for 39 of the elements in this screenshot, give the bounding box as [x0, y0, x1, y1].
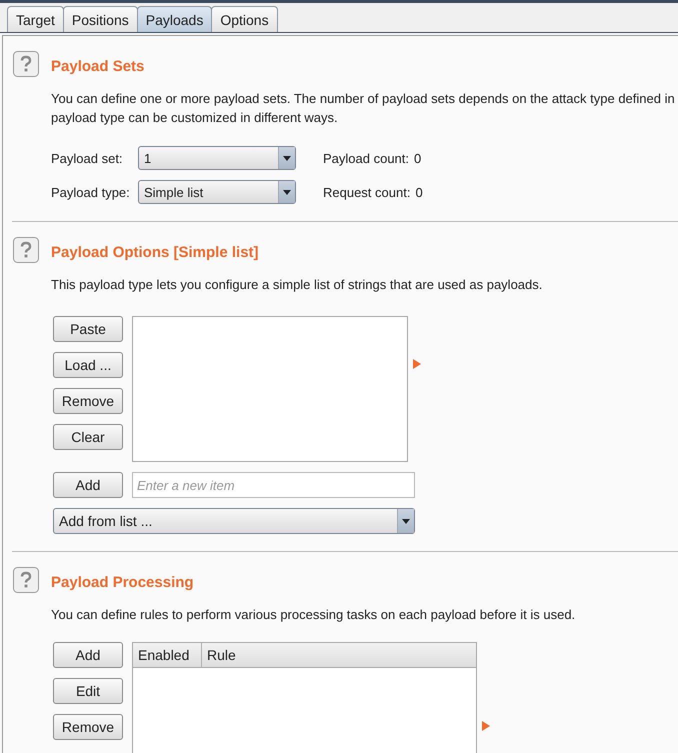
- column-header[interactable]: Rule: [202, 643, 236, 667]
- count-value: 0: [414, 150, 422, 166]
- section-title: Payload Processing: [51, 574, 195, 592]
- arrow-icon[interactable]: [482, 721, 490, 731]
- rule-button[interactable]: Edit: [53, 678, 123, 704]
- tab[interactable]: Payloads: [136, 6, 212, 32]
- dropdown[interactable]: Simple list: [138, 180, 296, 204]
- list-button[interactable]: Clear: [53, 424, 123, 450]
- caret-icon: [283, 156, 291, 160]
- tab[interactable]: Options: [211, 6, 278, 32]
- tab[interactable]: Positions: [62, 6, 138, 32]
- input-field[interactable]: Enter a new item: [132, 472, 415, 498]
- count-value: 0: [415, 184, 423, 200]
- count-label: Payload count:: [323, 150, 410, 166]
- arrow-icon[interactable]: [413, 359, 421, 369]
- section-description: This payload type lets you configure a simple list of strings that are used as payloads.: [51, 276, 542, 294]
- rule-button[interactable]: Remove: [53, 714, 123, 740]
- field-label: Payload type:: [51, 184, 131, 200]
- help-icon[interactable]: [13, 567, 39, 593]
- payload-list[interactable]: [132, 316, 408, 462]
- section-title: Payload Options [Simple list]: [51, 244, 260, 262]
- tab[interactable]: Target: [7, 6, 64, 32]
- field-label: Payload set:: [51, 150, 124, 166]
- help-icon[interactable]: [13, 237, 39, 263]
- list-button[interactable]: Remove: [53, 388, 123, 414]
- section-description: You can define rules to perform various processing tasks on each payload before it is used.: [51, 606, 576, 624]
- column-header[interactable]: Enabled: [133, 643, 202, 667]
- list-button[interactable]: Load ...: [53, 352, 123, 378]
- section-title: Payload Sets: [51, 58, 146, 76]
- caret-icon: [283, 190, 291, 194]
- section-description: You can define one or more payload sets. The number of payload sets depends on the attack type defined in payload type can be customized in different ways.: [51, 90, 675, 127]
- add-button[interactable]: Add: [53, 472, 123, 498]
- caret-icon: [402, 518, 410, 524]
- dropdown[interactable]: Add from list ...: [53, 508, 415, 534]
- dropdown[interactable]: 1: [138, 146, 296, 170]
- count-label: Request count:: [323, 184, 410, 200]
- rule-button[interactable]: Add: [53, 642, 123, 668]
- help-icon[interactable]: [13, 51, 39, 77]
- list-button[interactable]: Paste: [53, 316, 123, 342]
